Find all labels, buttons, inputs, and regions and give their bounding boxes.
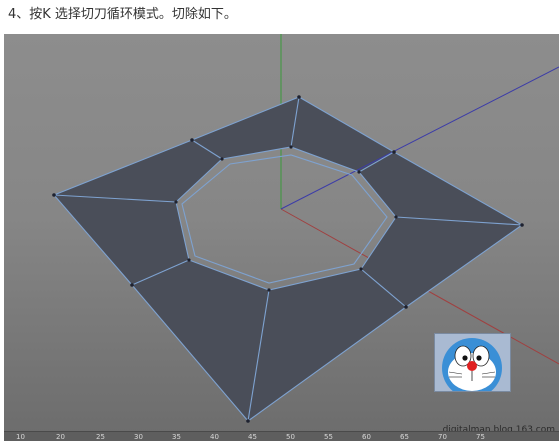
ruler-tick: 30 (134, 433, 143, 441)
ruler-tick: 45 (248, 433, 257, 441)
3d-viewport[interactable]: digitalman.blog.163.com 10 20 25 30 35 4… (4, 34, 559, 441)
step-caption: 4、按K 选择切刀循环模式。切除如下。 (8, 7, 237, 22)
doraemon-thumbnail (434, 333, 511, 392)
doraemon-face-icon (435, 334, 510, 391)
ruler-tick: 60 (362, 433, 371, 441)
ruler-tick: 25 (96, 433, 105, 441)
ruler-tick: 50 (286, 433, 295, 441)
ruler-tick: 35 (172, 433, 181, 441)
ruler-tick: 65 (400, 433, 409, 441)
ruler-tick: 70 (438, 433, 447, 441)
ruler-tick: 40 (210, 433, 219, 441)
ruler-tick: 20 (56, 433, 65, 441)
ruler-tick: 75 (476, 433, 485, 441)
ruler-tick: 55 (324, 433, 333, 441)
timeline-ruler[interactable]: 10 20 25 30 35 40 45 50 55 60 65 70 75 (4, 431, 559, 441)
ruler-tick: 10 (16, 433, 25, 441)
